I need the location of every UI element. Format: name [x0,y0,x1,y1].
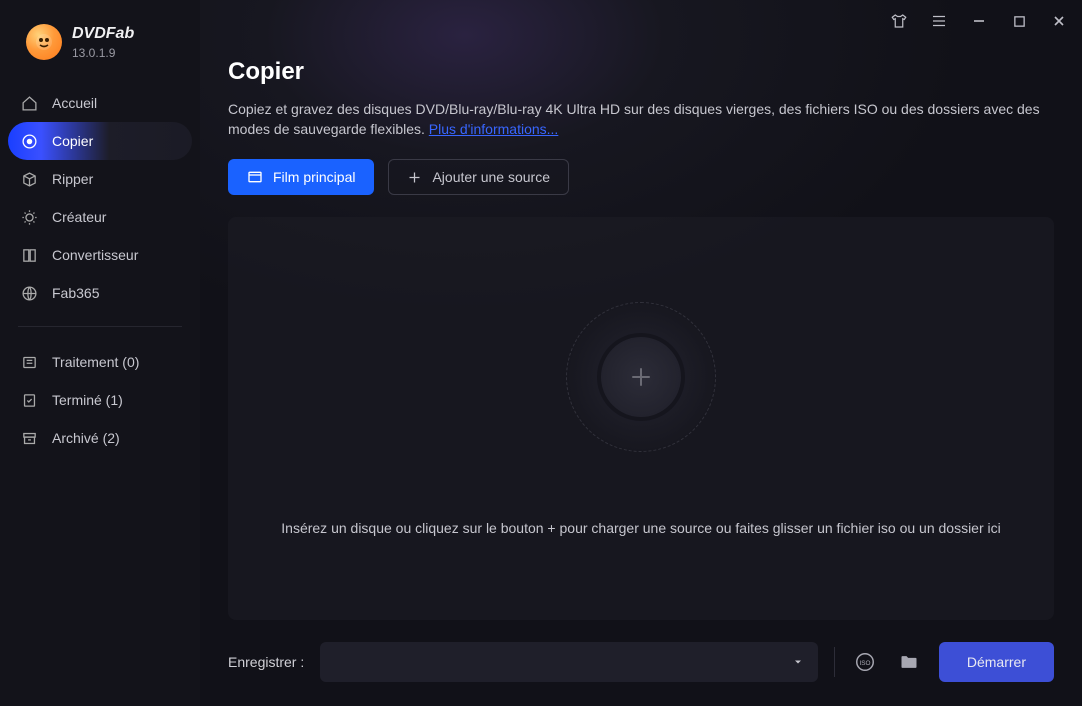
sun-icon [20,208,38,226]
sidebar-item-convertisseur[interactable]: Convertisseur [8,236,192,274]
nav-main: Accueil Copier Ripper Créateur Convertis… [0,78,200,312]
sidebar-item-label: Archivé (2) [52,430,120,446]
footer: Enregistrer : ISO Démarrer [200,620,1082,706]
dropzone-graphic [566,302,716,452]
sidebar-item-accueil[interactable]: Accueil [8,84,192,122]
page-title: Copier [228,58,1054,86]
box-icon [20,170,38,188]
logo-block: DVDFab 13.0.1.9 [0,10,200,78]
page-description: Copiez et gravez des disques DVD/Blu-ray… [228,100,1048,139]
action-buttons: Film principal Ajouter une source [228,159,1054,195]
button-label: Démarrer [967,654,1026,670]
nav-status: Traitement (0) Terminé (1) Archivé (2) [0,337,200,457]
sidebar-item-label: Créateur [52,209,106,225]
globe-icon [20,284,38,302]
sidebar-item-label: Ripper [52,171,93,187]
main-movie-button[interactable]: Film principal [228,159,374,195]
app-name: DVDFab [72,25,134,43]
sidebar-item-label: Traitement (0) [52,354,139,370]
tshirt-icon[interactable] [890,12,908,30]
sidebar-item-ripper[interactable]: Ripper [8,160,192,198]
minimize-button[interactable] [970,12,988,30]
sidebar-item-label: Accueil [52,95,97,111]
close-button[interactable] [1050,12,1068,30]
sidebar-item-label: Convertisseur [52,247,138,263]
sidebar-divider [18,326,182,327]
plus-icon [407,170,422,185]
app-version: 13.0.1.9 [72,46,134,60]
button-label: Film principal [273,169,355,185]
save-to-label: Enregistrer : [228,654,304,670]
start-button[interactable]: Démarrer [939,642,1054,682]
checklist-icon [20,391,38,409]
more-info-link[interactable]: Plus d'informations... [429,121,559,137]
sidebar-item-copier[interactable]: Copier [8,122,192,160]
sidebar-item-archive[interactable]: Archivé (2) [8,419,192,457]
sidebar-item-traitement[interactable]: Traitement (0) [8,343,192,381]
description-text: Copiez et gravez des disques DVD/Blu-ray… [228,101,1040,137]
convert-icon [20,246,38,264]
iso-button[interactable]: ISO [851,648,879,676]
home-icon [20,94,38,112]
sidebar-item-label: Fab365 [52,285,99,301]
footer-divider [834,647,835,677]
sidebar-item-createur[interactable]: Créateur [8,198,192,236]
dropzone[interactable]: Insérez un disque ou cliquez sur le bout… [228,217,1054,620]
mode-icon [247,169,263,185]
dropzone-text: Insérez un disque ou cliquez sur le bout… [261,520,1020,536]
chevron-down-icon [792,656,804,668]
archive-icon [20,429,38,447]
svg-text:ISO: ISO [859,660,870,667]
queue-icon [20,353,38,371]
menu-icon[interactable] [930,12,948,30]
add-source-button[interactable]: Ajouter une source [388,159,569,195]
sidebar-item-termine[interactable]: Terminé (1) [8,381,192,419]
sidebar-item-label: Terminé (1) [52,392,123,408]
dropzone-ring [566,302,716,452]
main-panel: Copier Copiez et gravez des disques DVD/… [200,0,1082,706]
app-logo [26,24,62,60]
folder-button[interactable] [895,648,923,676]
maximize-button[interactable] [1010,12,1028,30]
sidebar-item-fab365[interactable]: Fab365 [8,274,192,312]
sidebar-item-label: Copier [52,133,93,149]
save-path-dropdown[interactable] [320,642,818,682]
titlebar [200,0,1082,42]
button-label: Ajouter une source [432,169,550,185]
sidebar: DVDFab 13.0.1.9 Accueil Copier Ripper Cr… [0,0,200,706]
content: Copier Copiez et gravez des disques DVD/… [200,42,1082,620]
disc-icon [20,132,38,150]
